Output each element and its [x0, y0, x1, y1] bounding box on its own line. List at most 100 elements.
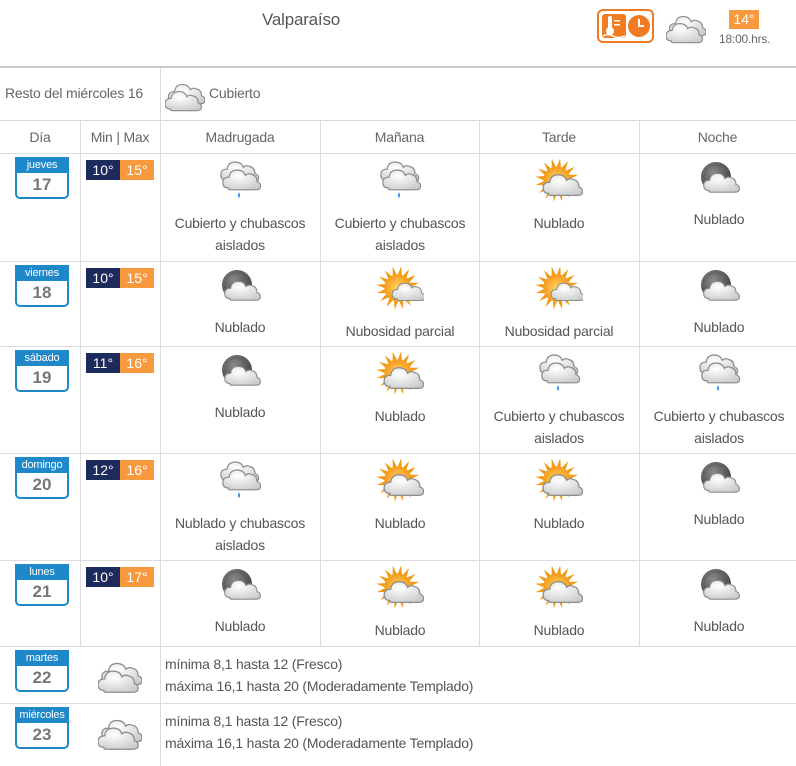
extended-forecast-text: mínima 8,1 hasta 12 (Fresco) máxima 16,1 … — [165, 710, 473, 754]
forecast-condition: Nublado — [161, 316, 319, 338]
forecast-condition: Nublado — [321, 619, 479, 641]
extended-forecast-text: mínima 8,1 hasta 12 (Fresco) máxima 16,1 … — [165, 653, 473, 697]
sun-partial-icon — [376, 266, 426, 316]
forecast-condition-line: Nublado — [533, 215, 585, 231]
max-temperature: 16° — [120, 353, 154, 373]
cloudy-icon — [97, 656, 143, 699]
min-temperature: 11° — [86, 353, 120, 373]
column-header: Madrugada — [205, 129, 275, 145]
current-temperature: 14° — [729, 10, 759, 29]
min-temperature: 12° — [86, 460, 120, 480]
forecast-cell: Nublado — [640, 159, 796, 230]
forecast-condition-line: Nublado y chubascos — [174, 515, 306, 531]
forecast-condition-line: Nublado — [214, 618, 266, 634]
sun-partial-icon — [535, 266, 585, 316]
forecast-condition-line: Nublado — [214, 319, 266, 335]
sun-cloud-icon — [535, 565, 584, 615]
min-temperature: 10° — [86, 567, 120, 587]
forecast-condition: Cubierto y chubascos aislados — [480, 405, 638, 449]
cloudy-icon — [164, 78, 206, 117]
extended-min-line: mínima 8,1 hasta 12 (Fresco) — [165, 713, 343, 729]
moon-cloud-icon — [216, 566, 264, 611]
forecast-condition: Nublado — [321, 405, 479, 427]
min-max-badge: 10° 15° — [86, 160, 154, 180]
max-temperature: 15° — [120, 160, 154, 180]
forecast-condition-line: Cubierto y chubascos — [334, 215, 466, 231]
moon-cloud-icon — [216, 352, 264, 397]
sun-cloud-icon — [376, 565, 425, 615]
day-number: 20 — [32, 475, 52, 494]
day-badge: viernes 18 — [15, 265, 69, 307]
forecast-condition-line: Nublado — [214, 404, 266, 420]
max-temperature: 15° — [120, 268, 154, 288]
min-max-badge: 11° 16° — [86, 353, 154, 373]
city-title: Valparaíso — [262, 10, 341, 29]
sun-cloud-icon — [535, 158, 584, 208]
forecast-cell: Nublado — [480, 158, 638, 234]
forecast-condition: Cubierto y chubascos aislados — [321, 212, 479, 256]
forecast-condition-line: Nublado — [693, 618, 745, 634]
temp-clock-icon[interactable] — [597, 9, 654, 43]
forecast-cell: Cubierto y chubascos aislados — [480, 352, 638, 449]
forecast-condition-line: aislados — [215, 237, 265, 253]
day-name: lunes — [15, 564, 69, 580]
forecast-condition-line: Nubosidad parcial — [504, 323, 614, 339]
sun-cloud-icon — [376, 458, 425, 508]
forecast-condition-line: aislados — [694, 430, 744, 446]
forecast-condition: Cubierto y chubascos aislados — [640, 405, 796, 449]
forecast-condition: Nublado — [161, 401, 319, 423]
cloud-rain-icon — [216, 459, 264, 508]
day-name: viernes — [15, 265, 69, 281]
forecast-cell: Nublado — [161, 267, 319, 338]
cloudy-icon — [665, 10, 707, 49]
rest-of-day-condition: Cubierto — [209, 85, 261, 101]
column-header: Noche — [697, 129, 738, 145]
min-max-badge: 12° 16° — [86, 460, 154, 480]
extended-min-line: mínima 8,1 hasta 12 (Fresco) — [165, 656, 343, 672]
row-divider — [0, 646, 796, 647]
day-number: 18 — [32, 283, 52, 302]
forecast-cell: Nubosidad parcial — [480, 266, 638, 342]
row-divider — [0, 453, 796, 454]
forecast-cell: Nublado — [321, 351, 479, 427]
day-badge: miércoles 23 — [15, 707, 69, 749]
forecast-cell: Nublado — [321, 458, 479, 534]
forecast-condition: Nublado y chubascos aislados — [161, 512, 319, 556]
moon-cloud-icon — [695, 267, 743, 312]
row-divider — [0, 153, 796, 154]
forecast-condition-line: Nublado — [374, 515, 426, 531]
row-divider — [0, 560, 796, 561]
forecast-cell: Nubosidad parcial — [321, 266, 479, 342]
forecast-condition-line: Cubierto y chubascos — [493, 408, 625, 424]
forecast-cell: Nublado — [480, 458, 638, 534]
day-number: 22 — [32, 668, 52, 687]
forecast-condition: Nublado — [640, 615, 796, 637]
row-divider — [0, 703, 796, 704]
forecast-table: Día Min | Max Madrugada Mañana Tarde Noche jue… — [0, 121, 796, 766]
forecast-condition-line: Cubierto y chubascos — [653, 408, 785, 424]
day-number: 23 — [32, 725, 52, 744]
forecast-condition-line: Nublado — [693, 319, 745, 335]
moon-cloud-icon — [695, 566, 743, 611]
max-temperature: 16° — [120, 460, 154, 480]
forecast-condition-line: Nubosidad parcial — [345, 323, 455, 339]
forecast-condition-line: Nublado — [374, 622, 426, 638]
forecast-condition: Nublado — [640, 208, 796, 230]
min-max-badge: 10° 17° — [86, 567, 154, 587]
column-header: Mañana — [374, 129, 425, 145]
extended-max-line: máxima 16,1 hasta 20 (Moderadamente Temp… — [165, 678, 474, 694]
min-temperature: 10° — [86, 160, 120, 180]
day-badge: domingo 20 — [15, 457, 69, 499]
forecast-condition: Nublado — [640, 508, 796, 530]
day-name: martes — [15, 650, 69, 666]
forecast-condition: Nublado — [480, 619, 638, 641]
day-badge: lunes 21 — [15, 564, 69, 606]
rest-of-day-label: Resto del miércoles 16 — [5, 85, 143, 101]
row-divider — [0, 261, 796, 262]
forecast-condition-line: Cubierto y chubascos — [174, 215, 306, 231]
forecast-cell: Nublado — [161, 566, 319, 637]
forecast-condition: Nublado — [480, 512, 638, 534]
max-temperature: 17° — [120, 567, 154, 587]
forecast-condition-line: Nublado — [693, 511, 745, 527]
forecast-condition: Nublado — [640, 316, 796, 338]
